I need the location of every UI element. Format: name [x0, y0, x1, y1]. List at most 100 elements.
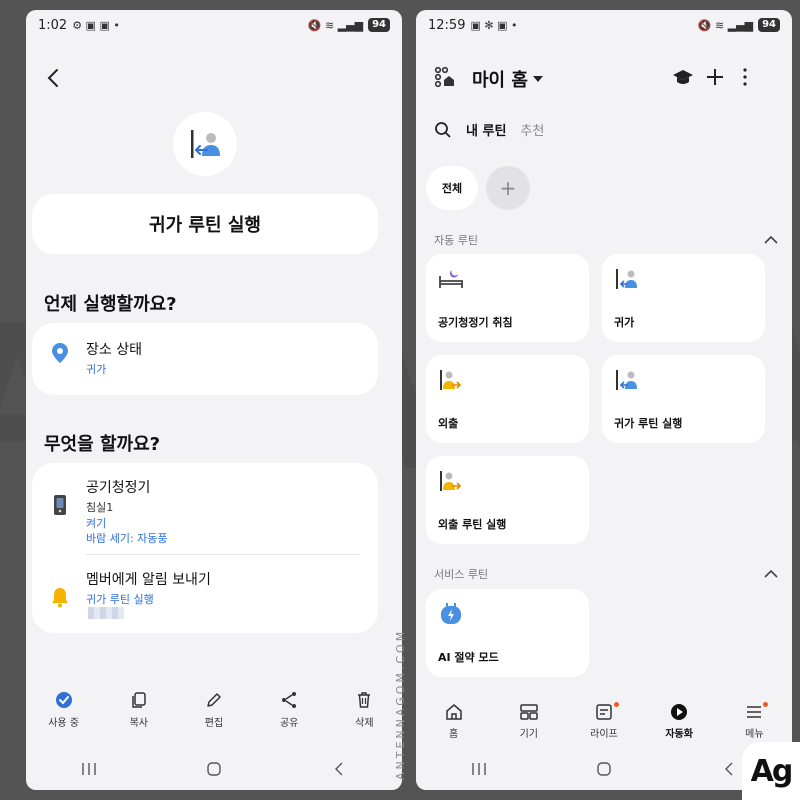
leave-home-icon	[440, 471, 462, 491]
action-title: 공기청정기	[86, 480, 151, 496]
share-icon	[282, 692, 297, 708]
routine-name: 외출 루틴 실행	[438, 518, 507, 531]
location-pin-icon	[52, 343, 68, 363]
automation-play-icon	[671, 704, 688, 720]
share-label: 공유	[279, 718, 299, 729]
battery-badge: 94	[368, 18, 390, 32]
share-button[interactable]: 공유	[259, 690, 319, 729]
bed-moon-icon	[439, 270, 463, 288]
system-navbar	[416, 748, 792, 790]
nav-menu-label: 메뉴	[745, 729, 764, 740]
signal-icons: 🔇 ≋ ▂▄▆	[307, 18, 364, 32]
auto-routines-header[interactable]: 자동 루틴	[434, 232, 778, 248]
search-icon[interactable]	[434, 121, 452, 139]
service-routines-header[interactable]: 서비스 루틴	[434, 566, 778, 582]
bell-icon	[52, 588, 68, 608]
copy-button[interactable]: 복사	[109, 690, 169, 729]
routine-card[interactable]: 귀가	[602, 254, 765, 342]
notification-dot	[613, 702, 619, 707]
routine-name: AI 절약 모드	[438, 651, 499, 664]
trash-icon	[358, 692, 371, 708]
copy-icon	[132, 692, 146, 708]
watermark-url: ANTENNAGOM.COM	[394, 628, 407, 780]
redacted-block	[88, 607, 124, 619]
more-options-icon[interactable]	[734, 66, 756, 88]
tab-recommended[interactable]: 추천	[520, 120, 544, 139]
home-title: 마이 홈	[472, 70, 528, 91]
status-time: 1:02	[38, 17, 68, 33]
life-document-icon	[596, 704, 612, 720]
recents-button[interactable]	[459, 759, 499, 779]
app-header: 마이 홈	[434, 64, 776, 92]
status-bar: 1:02 ⚙ ▣ ▣ • 🔇 ≋ ▂▄▆ 94	[26, 10, 402, 40]
status-bar: 12:59 ▣ ✻ ▣ • 🔇 ≋ ▂▄▆ 94	[416, 10, 792, 40]
routine-card[interactable]: 공기청정기 취침	[426, 254, 589, 342]
copy-label: 복사	[129, 718, 148, 729]
routines-list-screen: 12:59 ▣ ✻ ▣ • 🔇 ≋ ▂▄▆ 94 마이 홈 내 루틴 추천 전체…	[416, 10, 792, 790]
edit-button[interactable]: 편집	[184, 690, 244, 729]
pencil-icon	[207, 693, 221, 707]
back-arrow-icon[interactable]	[42, 66, 66, 90]
chevron-up-icon[interactable]	[764, 569, 778, 579]
routine-card[interactable]: AI 절약 모드	[426, 589, 589, 677]
action-message: 귀가 루틴 실행	[86, 593, 154, 606]
condition-card[interactable]: 장소 상태 귀가	[32, 323, 378, 395]
bottom-toolbar: 사용 중 복사 편집 공유 삭제	[26, 690, 402, 740]
edit-label: 편집	[204, 718, 224, 729]
routine-card[interactable]: 외출	[426, 355, 589, 443]
nav-home-label: 홈	[448, 729, 459, 740]
action-notify-members[interactable]: 멤버에게 알림 보내기 귀가 루틴 실행	[32, 555, 378, 633]
return-home-icon	[616, 269, 637, 289]
service-routines-title: 서비스 루틴	[434, 568, 489, 581]
status-time: 12:59	[428, 17, 466, 33]
action-fan-speed: 바람 세기: 자동풍	[86, 532, 168, 545]
action-title: 멤버에게 알림 보내기	[86, 572, 211, 588]
using-label: 사용 중	[48, 718, 79, 729]
nav-devices-label: 기기	[519, 729, 538, 740]
system-navbar	[26, 748, 402, 790]
action-room: 침실1	[86, 501, 114, 514]
dropdown-caret-icon	[532, 76, 543, 82]
nav-devices[interactable]: 기기	[501, 702, 557, 750]
routine-name: 귀가 루틴 실행	[614, 417, 683, 430]
routine-card[interactable]: 귀가 루틴 실행	[602, 355, 765, 443]
home-button[interactable]	[584, 759, 624, 779]
air-purifier-icon	[54, 495, 66, 515]
actions-card: 공기청정기 침실1 켜기 바람 세기: 자동풍 멤버에게 알림 보내기 귀가 루…	[32, 463, 378, 633]
home-selector[interactable]: 마이 홈	[472, 66, 544, 92]
signal-icons: 🔇 ≋ ▂▄▆	[697, 18, 754, 32]
delete-button[interactable]: 삭제	[334, 690, 394, 729]
home-icon	[445, 704, 462, 720]
app-bottom-nav: 홈 기기 라이프 자동화 메뉴	[416, 702, 792, 750]
battery-badge: 94	[758, 18, 780, 32]
routine-tabs: 내 루틴 추천	[434, 120, 544, 139]
back-button[interactable]	[319, 759, 359, 779]
tab-my-routines[interactable]: 내 루틴	[466, 120, 506, 139]
menu-list-icon	[747, 706, 762, 718]
notification-icons: ⚙ ▣ ▣ •	[72, 18, 120, 32]
home-button[interactable]	[194, 759, 234, 779]
using-toggle[interactable]: 사용 중	[34, 690, 94, 729]
routine-card[interactable]: 외출 루틴 실행	[426, 456, 589, 544]
routine-name: 공기청정기 취침	[438, 316, 513, 329]
condition-title: 장소 상태	[86, 342, 142, 358]
nav-automation-label: 자동화	[665, 729, 693, 740]
routine-name: 귀가	[614, 316, 635, 329]
when-section-title: 언제 실행할까요?	[44, 294, 177, 315]
nav-home[interactable]: 홈	[426, 702, 482, 750]
nav-automation[interactable]: 자동화	[651, 702, 707, 750]
action-air-purifier[interactable]: 공기청정기 침실1 켜기 바람 세기: 자동풍	[32, 463, 378, 553]
nav-life[interactable]: 라이프	[576, 702, 632, 750]
add-icon[interactable]	[704, 66, 726, 88]
chip-all[interactable]: 전체	[426, 166, 478, 210]
devices-grid-icon	[520, 704, 538, 720]
routine-name-field[interactable]: 귀가 루틴 실행	[32, 194, 378, 254]
site-logo: Ag	[742, 742, 800, 800]
condition-value: 귀가	[86, 363, 107, 376]
return-home-icon	[616, 370, 637, 390]
chip-add[interactable]: +	[486, 166, 530, 210]
chevron-up-icon[interactable]	[764, 235, 778, 245]
smartthings-home-icon	[434, 66, 454, 88]
recents-button[interactable]	[69, 759, 109, 779]
graduation-cap-icon[interactable]	[672, 66, 694, 88]
